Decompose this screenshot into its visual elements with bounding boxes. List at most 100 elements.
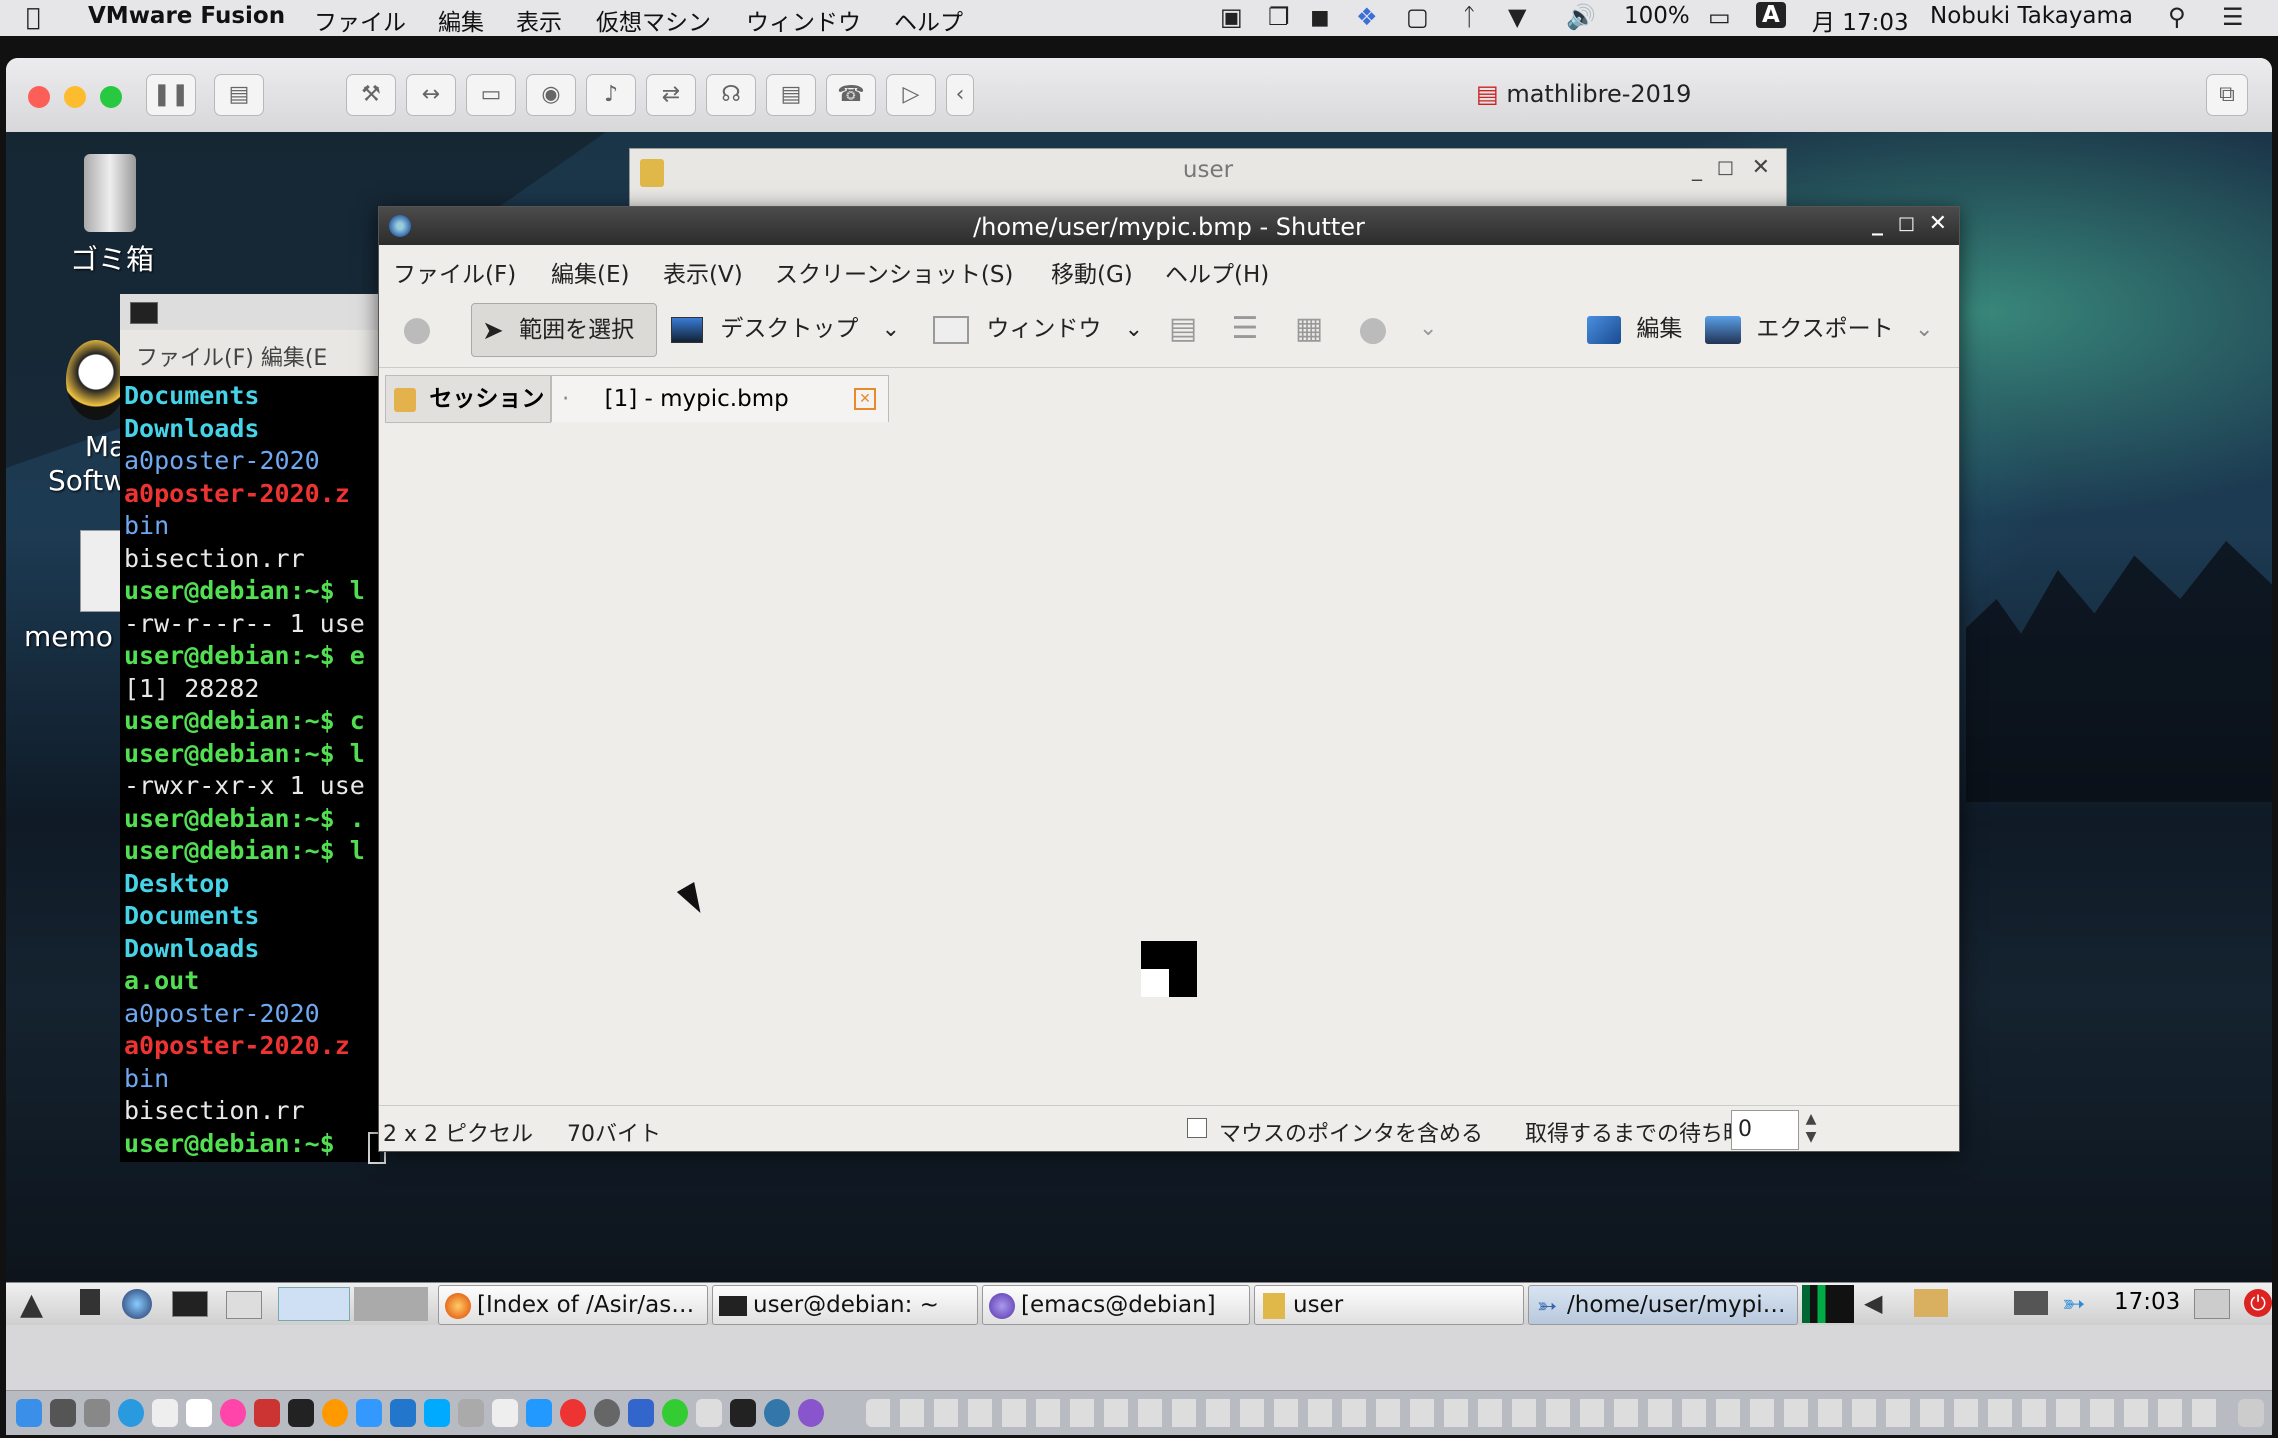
skype-icon[interactable] xyxy=(424,1399,450,1427)
notification-center-icon[interactable]: ☰ xyxy=(2222,3,2244,31)
minimize-icon[interactable]: _ xyxy=(1692,157,1702,181)
app-icon-white[interactable] xyxy=(492,1399,518,1427)
wifi-icon[interactable]: ▼ xyxy=(1508,3,1526,31)
chevron-left-icon[interactable]: ‹ xyxy=(946,74,974,116)
browser-icon[interactable] xyxy=(122,1289,152,1319)
taskbar-clock[interactable]: 17:03 xyxy=(2114,1289,2180,1315)
chevron-down-icon[interactable]: ⌄ xyxy=(882,317,900,342)
zoom-window-button[interactable] xyxy=(100,86,122,108)
notes-icon[interactable] xyxy=(186,1399,212,1427)
task-firefox[interactable]: [Index of /Asir/as… xyxy=(438,1285,708,1325)
record-icon[interactable]: ◼ xyxy=(1310,3,1330,31)
mac-menu-help[interactable]: ヘルプ xyxy=(894,3,963,37)
terminal-menu-text[interactable]: ファイル(F) 編集(E xyxy=(136,340,327,372)
emacs-dock-icon[interactable] xyxy=(798,1399,824,1427)
trash-icon[interactable] xyxy=(84,154,136,232)
snapshot-icon[interactable]: ▤ xyxy=(214,74,264,116)
power-icon[interactable]: ⏻ xyxy=(2244,1289,2272,1317)
finder-icon[interactable] xyxy=(16,1399,42,1427)
user-folder-window[interactable]: user _ □ ✕ xyxy=(629,148,1787,210)
shutter-window[interactable]: /home/user/mypic.bmp - Shutter _ □ ✕ ファイ… xyxy=(378,206,1960,1152)
chevron-down-icon[interactable]: ⌄ xyxy=(1915,317,1933,342)
close-window-button[interactable] xyxy=(28,86,50,108)
app-icon-green[interactable] xyxy=(662,1399,688,1427)
workspace-2[interactable] xyxy=(354,1287,428,1321)
r-icon[interactable] xyxy=(628,1399,654,1427)
usb-icon[interactable]: ⇄ xyxy=(646,74,696,116)
workspace-1[interactable] xyxy=(278,1287,350,1321)
terminal-output[interactable]: Documents Downloads a0poster-2020 a0poster-… xyxy=(124,380,380,1160)
app-menu-vmware[interactable]: VMware Fusion xyxy=(88,3,285,29)
tab-session[interactable]: セッション xyxy=(385,375,551,423)
volume-icon[interactable]: ◀ xyxy=(1864,1289,1882,1317)
start-menu-icon[interactable]: ▲ xyxy=(20,1287,43,1322)
mac-menu-vm[interactable]: 仮想マシン xyxy=(596,3,711,37)
delay-stepper[interactable]: ▲ ▼ xyxy=(1799,1110,1823,1148)
dock-documents-stack[interactable] xyxy=(866,1399,2226,1427)
safari-icon[interactable] xyxy=(118,1399,144,1427)
show-desktop-icon[interactable] xyxy=(80,1289,100,1315)
menu-go[interactable]: 移動(G) xyxy=(1051,255,1133,289)
task-terminal[interactable]: user@debian: ~ xyxy=(712,1285,978,1325)
redo-icon[interactable]: ● xyxy=(391,303,443,355)
app-icon-gray[interactable] xyxy=(458,1399,484,1427)
app-icon-dark[interactable] xyxy=(594,1399,620,1427)
camera-device-icon[interactable]: ◉ xyxy=(526,74,576,116)
keyboard-icon[interactable] xyxy=(2194,1289,2230,1319)
terminal-titlebar[interactable] xyxy=(120,294,380,331)
zoom-icon[interactable] xyxy=(526,1399,552,1427)
mac-menu-window[interactable]: ウィンドウ xyxy=(746,3,861,37)
drive-icon[interactable]: ▭ xyxy=(466,74,516,116)
web-capture-icon[interactable]: ▦ xyxy=(1289,303,1329,355)
spotlight-search-icon[interactable]: ⚲ xyxy=(2168,3,2186,31)
penguin-app-icon[interactable] xyxy=(66,340,126,420)
headset-icon[interactable]: ☊ xyxy=(706,74,756,116)
close-icon[interactable]: ✕ xyxy=(1929,211,1947,236)
maximize-icon[interactable]: □ xyxy=(1898,213,1915,234)
terminal-dock-icon[interactable] xyxy=(288,1399,314,1427)
dropbox-icon[interactable]: ❖ xyxy=(1356,3,1378,31)
maximize-icon[interactable]: □ xyxy=(1717,157,1734,178)
shutter-tray-icon[interactable]: ➳ xyxy=(2062,1287,2085,1320)
menu-file[interactable]: ファイル(F) xyxy=(393,255,516,289)
mac-menu-file[interactable]: ファイル xyxy=(314,3,406,37)
chevron-down-icon[interactable]: ⌄ xyxy=(1419,303,1443,355)
app-icon-blue[interactable] xyxy=(390,1399,416,1427)
minimize-icon[interactable]: _ xyxy=(1872,211,1883,236)
chevron-down-icon[interactable]: ⌄ xyxy=(1125,317,1143,342)
app-icon-light[interactable] xyxy=(696,1399,722,1427)
display-icon[interactable]: ▢ xyxy=(1406,3,1429,31)
file-manager-icon[interactable] xyxy=(226,1291,262,1319)
image-canvas[interactable] xyxy=(379,423,1959,1105)
task-user-folder[interactable]: user xyxy=(1254,1285,1524,1325)
wrench-icon[interactable]: ⚒ xyxy=(346,74,396,116)
app-icon-orange[interactable] xyxy=(322,1399,348,1427)
camera-icon[interactable]: ▣ xyxy=(1220,3,1243,31)
include-pointer-checkbox[interactable] xyxy=(1187,1118,1207,1138)
photos-icon[interactable] xyxy=(220,1399,246,1427)
minimize-window-button[interactable] xyxy=(64,86,86,108)
speaker-icon[interactable]: ♪ xyxy=(586,74,636,116)
menu-help[interactable]: ヘルプ(H) xyxy=(1165,255,1269,289)
fullscreen-icon[interactable]: ⧉ xyxy=(2206,74,2248,116)
volume-icon[interactable]: 🔊 xyxy=(1566,3,1596,31)
terminal-menubar[interactable]: ファイル(F) 編集(E xyxy=(120,330,380,376)
x11-icon[interactable] xyxy=(730,1399,756,1427)
desktop-capture-button[interactable]: デスクトップ ⌄ xyxy=(671,303,911,355)
menu-screenshot[interactable]: スクリーンショット(S) xyxy=(775,255,1013,289)
quicktime-icon[interactable] xyxy=(764,1399,790,1427)
delay-input[interactable]: 0 xyxy=(1731,1110,1799,1150)
input-mode-indicator[interactable]: A xyxy=(1756,2,1786,28)
select-area-button[interactable]: ➤ 範囲を選択 xyxy=(471,303,657,357)
menu-capture-icon[interactable]: ▤ xyxy=(1163,303,1203,355)
battery-icon[interactable]: ▭ xyxy=(1708,3,1731,31)
app-icon-red[interactable] xyxy=(254,1399,280,1427)
phone-icon[interactable]: ☎ xyxy=(826,74,876,116)
window-capture-button[interactable]: ウィンドウ ⌄ xyxy=(933,303,1153,355)
mac-menu-view[interactable]: 表示 xyxy=(516,3,562,37)
clipboard-icon[interactable] xyxy=(1914,1289,1948,1317)
bluetooth-icon[interactable]: ᛏ xyxy=(1462,3,1476,31)
network-icon[interactable] xyxy=(2014,1291,2048,1315)
globe-icon[interactable]: ● xyxy=(1353,303,1393,355)
shutter-titlebar[interactable]: /home/user/mypic.bmp - Shutter _ □ ✕ xyxy=(379,207,1959,245)
